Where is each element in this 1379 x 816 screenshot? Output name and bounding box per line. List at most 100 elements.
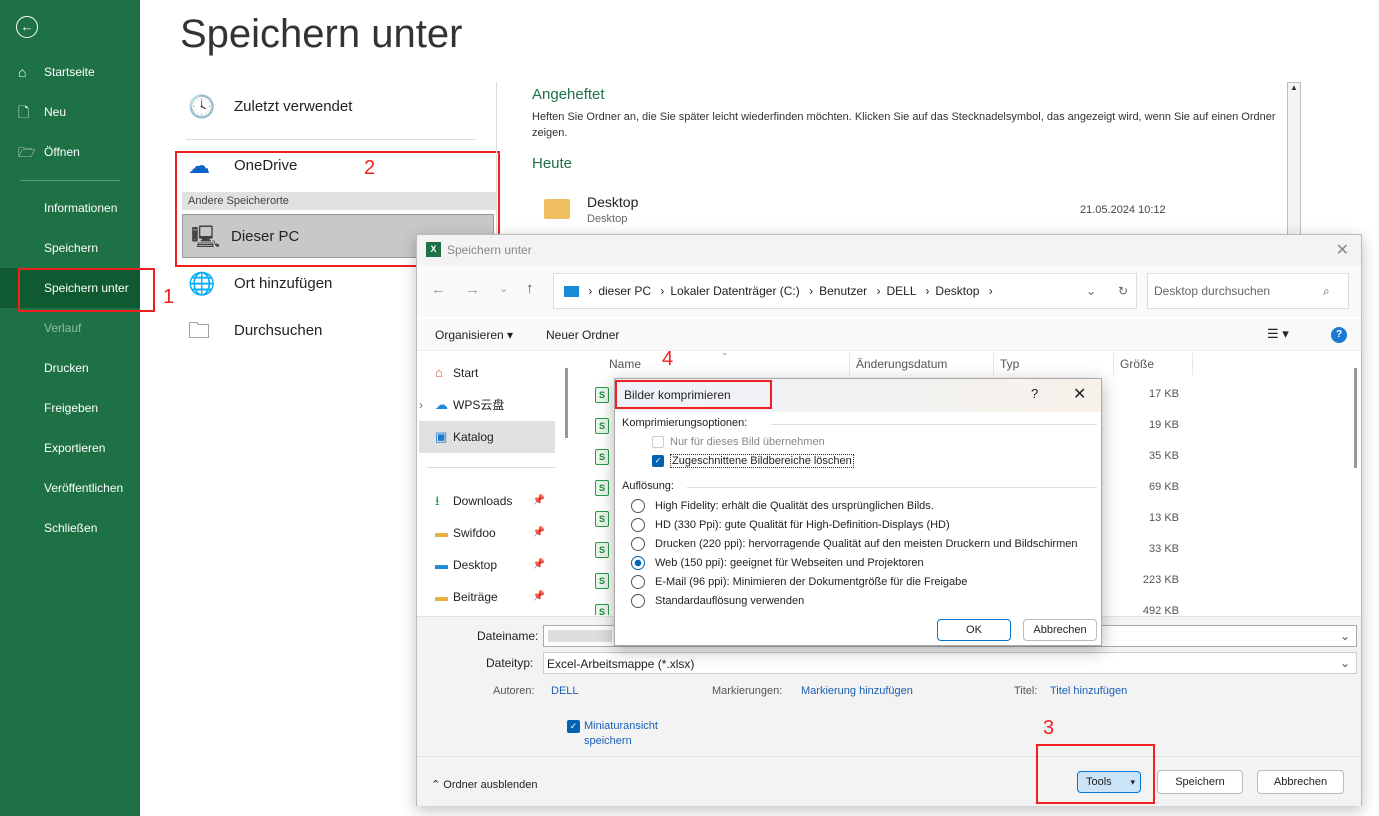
location-onedrive[interactable]: ☁ OneDrive (186, 146, 496, 186)
annotation-number-4: 4 (662, 348, 674, 370)
back-icon[interactable]: ← (431, 281, 446, 298)
hide-folders-button[interactable]: ⌃ Ordner ausblenden (431, 778, 537, 791)
sidebar-item-home[interactable]: ⌂ Startseite (0, 52, 140, 92)
nav-item-swifdoo[interactable]: ▬ Swifdoo 📌 (419, 517, 555, 549)
sidebar-item-close[interactable]: Schließen (0, 508, 140, 548)
resolution-label: Auflösung: (622, 480, 674, 492)
radio-button[interactable] (631, 518, 645, 532)
organize-button[interactable]: Organisieren ▾ (435, 328, 513, 342)
refresh-icon[interactable]: ↻ (1118, 274, 1128, 308)
resolution-option[interactable]: Standardauflösung verwenden (631, 594, 1031, 612)
column-name[interactable]: Name (609, 357, 641, 371)
sidebar-item-save-as[interactable]: Speichern unter (0, 268, 140, 308)
tags-field[interactable]: Markierung hinzufügen (801, 685, 913, 697)
sidebar-item-print[interactable]: Drucken (0, 348, 140, 388)
title-field[interactable]: Titel hinzufügen (1050, 685, 1127, 697)
tools-button[interactable]: Tools ▾ (1077, 771, 1141, 793)
recent-dropdown-icon[interactable]: ⌄ (499, 282, 508, 295)
cancel-button[interactable]: Abbrechen (1257, 770, 1344, 794)
folder-icon: ▬ (435, 525, 448, 540)
breadcrumb-item[interactable]: Benutzer (819, 284, 867, 298)
authors-field[interactable]: DELL (551, 685, 579, 697)
resolution-option[interactable]: Web (150 ppi): geeignet für Webseiten un… (631, 556, 1031, 574)
back-arrow-icon[interactable]: ← (16, 16, 38, 38)
file-size: 35 KB (1149, 450, 1179, 462)
only-this-picture-label: Nur für dieses Bild übernehmen (670, 436, 825, 448)
divider (771, 424, 1097, 425)
location-recent[interactable]: 🕓 Zuletzt verwendet (186, 87, 496, 127)
radio-button[interactable] (631, 556, 645, 570)
nav-item-beitraege[interactable]: ▬ Beiträge 📌 (419, 581, 555, 613)
new-folder-button[interactable]: Neuer Ordner (546, 328, 619, 342)
help-icon[interactable]: ? (1331, 327, 1347, 343)
nav-item-start[interactable]: ⌂ Start (419, 357, 555, 389)
close-icon[interactable]: ✕ (1336, 240, 1349, 260)
pin-icon[interactable]: 📌 (533, 549, 545, 581)
pinned-description: Heften Sie Ordner an, die Sie später lei… (532, 111, 1276, 139)
cancel-button[interactable]: Abbrechen (1023, 619, 1097, 641)
column-size[interactable]: Größe (1113, 353, 1193, 375)
sidebar-item-save[interactable]: Speichern (0, 228, 140, 268)
nav-item-desktop[interactable]: ▬ Desktop 📌 (419, 549, 555, 581)
thumbnail-label[interactable]: Miniaturansicht speichern (584, 719, 684, 749)
breadcrumb-item[interactable]: Desktop (935, 284, 979, 298)
resolution-option[interactable]: Drucken (220 ppi): hervorragende Qualitä… (631, 537, 1078, 555)
file-size: 223 KB (1142, 574, 1179, 586)
pin-icon[interactable]: 📌 (533, 581, 545, 613)
radio-button[interactable] (631, 575, 645, 589)
ok-button[interactable]: OK (937, 619, 1011, 641)
sidebar-item-publish[interactable]: Veröffentlichen (0, 468, 140, 508)
close-icon[interactable]: ✕ (1073, 384, 1086, 404)
excel-icon: X (426, 242, 441, 257)
view-options-icon[interactable]: ☰ ▾ (1267, 326, 1289, 342)
expand-chevron-icon[interactable]: › (419, 389, 423, 421)
navigation-pane: ⌂ Start › ☁ WPS云盘 ▣ Katalog ⭳ Downloads 📌 ▬ Swi… (417, 353, 568, 615)
filetype-label: Dateityp: (486, 656, 534, 670)
help-button[interactable]: ? (1031, 386, 1038, 401)
column-type[interactable]: Typ (993, 353, 1025, 375)
resolution-option[interactable]: HD (330 Ppi): gute Qualität für High-Def… (631, 518, 1031, 536)
sidebar-item-export[interactable]: Exportieren (0, 428, 140, 468)
delete-cropped-label[interactable]: Zugeschnittene Bildbereiche löschen (670, 454, 854, 468)
divider (417, 756, 1361, 757)
resolution-option[interactable]: E-Mail (96 ppi): Minimieren der Dokument… (631, 575, 1031, 593)
search-input[interactable]: Desktop durchsuchen (1147, 273, 1349, 309)
nav-item-wps[interactable]: › ☁ WPS云盘 (419, 389, 555, 421)
blurred-filename (548, 630, 612, 642)
delete-cropped-checkbox[interactable]: ✓ (652, 455, 664, 467)
nav-scrollbar[interactable] (565, 368, 568, 438)
spreadsheet-file-icon: S (595, 511, 609, 527)
resolution-option[interactable]: High Fidelity: erhält die Qualität des u… (631, 499, 1031, 517)
sidebar-item-share[interactable]: Freigeben (0, 388, 140, 428)
pin-icon[interactable]: 📌 (533, 485, 545, 517)
chevron-down-icon: ⌄ (1339, 656, 1350, 670)
radio-button[interactable] (631, 499, 645, 513)
chevron-down-icon[interactable]: ⌄ (1086, 274, 1096, 308)
nav-item-downloads[interactable]: ⭳ Downloads 📌 (419, 485, 555, 517)
radio-button[interactable] (631, 537, 645, 551)
address-bar[interactable]: › dieser PC › Lokaler Datenträger (C:) › Be… (553, 273, 1137, 309)
radio-button[interactable] (631, 594, 645, 608)
breadcrumb-item[interactable]: Lokaler Datenträger (C:) (670, 284, 799, 298)
divider (687, 487, 1097, 488)
nav-item-katalog[interactable]: ▣ Katalog (419, 421, 555, 453)
pin-icon[interactable]: 📌 (533, 517, 545, 549)
forward-icon[interactable]: → (465, 281, 480, 298)
breadcrumb-item[interactable]: dieser PC (598, 284, 651, 298)
scrollbar[interactable]: ▲ (1287, 82, 1301, 242)
sidebar-item-info[interactable]: Informationen (0, 188, 140, 228)
address-row: ← → ⌄ ↑ › dieser PC › Lokaler Datenträger … (417, 265, 1361, 317)
recent-folder-item[interactable]: Desktop Desktop 21.05.2024 10:12 (540, 190, 1280, 230)
thumbnail-checkbox[interactable]: ✓ (567, 720, 580, 733)
save-button[interactable]: Speichern (1157, 770, 1243, 794)
column-date[interactable]: Änderungsdatum (849, 353, 953, 375)
file-size: 69 KB (1149, 481, 1179, 493)
list-scrollbar[interactable] (1354, 368, 1357, 468)
breadcrumb-item[interactable]: DELL (886, 284, 916, 298)
sidebar-item-new[interactable]: 🗋 Neu (0, 92, 140, 132)
up-icon[interactable]: ↑ (526, 280, 534, 297)
search-icon: ⌕ (1323, 284, 1330, 298)
filetype-select[interactable]: Excel-Arbeitsmappe (*.xlsx) ⌄ (543, 652, 1357, 674)
filename-label: Dateiname: (477, 629, 539, 643)
sidebar-item-open[interactable]: 🗁 Öffnen (0, 132, 140, 172)
